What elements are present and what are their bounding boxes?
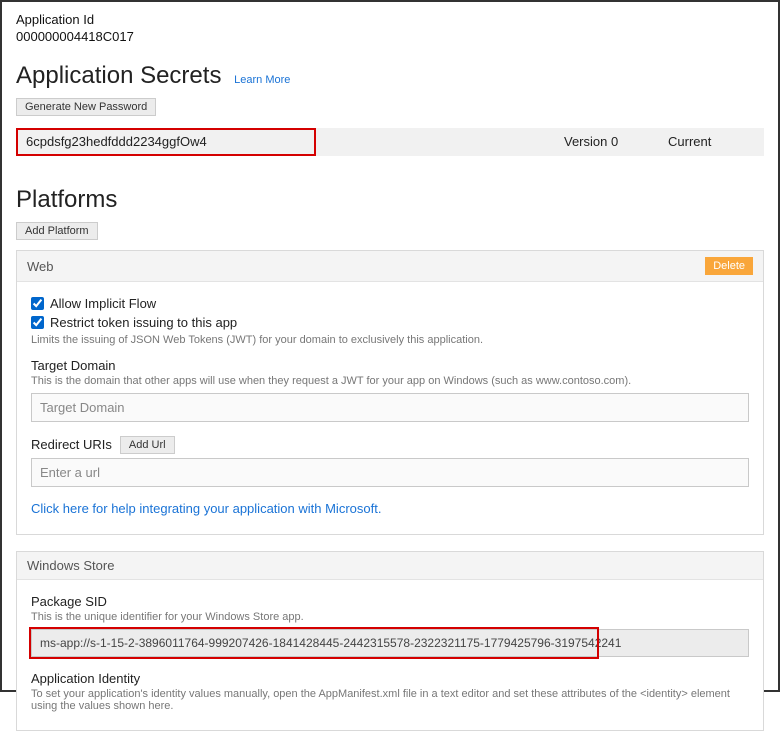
- allow-implicit-checkbox[interactable]: [31, 297, 44, 310]
- platforms-title: Platforms: [16, 186, 764, 214]
- windows-store-title: Windows Store: [27, 558, 114, 573]
- secret-version: Version 0: [556, 128, 660, 156]
- package-sid-label: Package SID: [31, 594, 749, 609]
- web-panel-title: Web: [27, 259, 54, 274]
- target-domain-input[interactable]: [31, 393, 749, 422]
- redirect-uris-label: Redirect URIs: [31, 437, 112, 452]
- learn-more-link[interactable]: Learn More: [234, 74, 290, 86]
- secrets-title-text: Application Secrets: [16, 62, 221, 89]
- web-panel: Web Delete Allow Implicit Flow Restrict …: [16, 250, 764, 535]
- redirect-uri-input[interactable]: [31, 458, 749, 487]
- delete-web-button[interactable]: Delete: [705, 257, 753, 275]
- secret-row: 6cpdsfg23hedfddd2234ggfOw4 Version 0 Cur…: [16, 128, 764, 156]
- allow-implicit-row[interactable]: Allow Implicit Flow: [31, 296, 749, 311]
- restrict-token-hint: Limits the issuing of JSON Web Tokens (J…: [31, 334, 749, 346]
- help-link[interactable]: Click here for help integrating your app…: [31, 501, 381, 516]
- add-platform-button[interactable]: Add Platform: [16, 222, 98, 240]
- windows-store-panel: Windows Store Package SID This is the un…: [16, 551, 764, 731]
- restrict-token-label: Restrict token issuing to this app: [50, 315, 237, 330]
- app-id-label: Application Id: [16, 12, 764, 27]
- add-url-button[interactable]: Add Url: [120, 436, 175, 454]
- generate-password-button[interactable]: Generate New Password: [16, 98, 156, 116]
- secret-password-value: 6cpdsfg23hedfddd2234ggfOw4: [16, 128, 316, 156]
- target-domain-label: Target Domain: [31, 358, 749, 373]
- app-id-value: 000000004418C017: [16, 29, 764, 44]
- allow-implicit-label: Allow Implicit Flow: [50, 296, 156, 311]
- package-sid-input[interactable]: [31, 629, 749, 657]
- target-domain-hint: This is the domain that other apps will …: [31, 375, 749, 387]
- restrict-token-checkbox[interactable]: [31, 316, 44, 329]
- restrict-token-row[interactable]: Restrict token issuing to this app: [31, 315, 749, 330]
- secrets-title: Application Secrets Learn More: [16, 62, 764, 90]
- app-identity-label: Application Identity: [31, 671, 749, 686]
- secret-status: Current: [660, 128, 764, 156]
- package-sid-hint: This is the unique identifier for your W…: [31, 611, 749, 623]
